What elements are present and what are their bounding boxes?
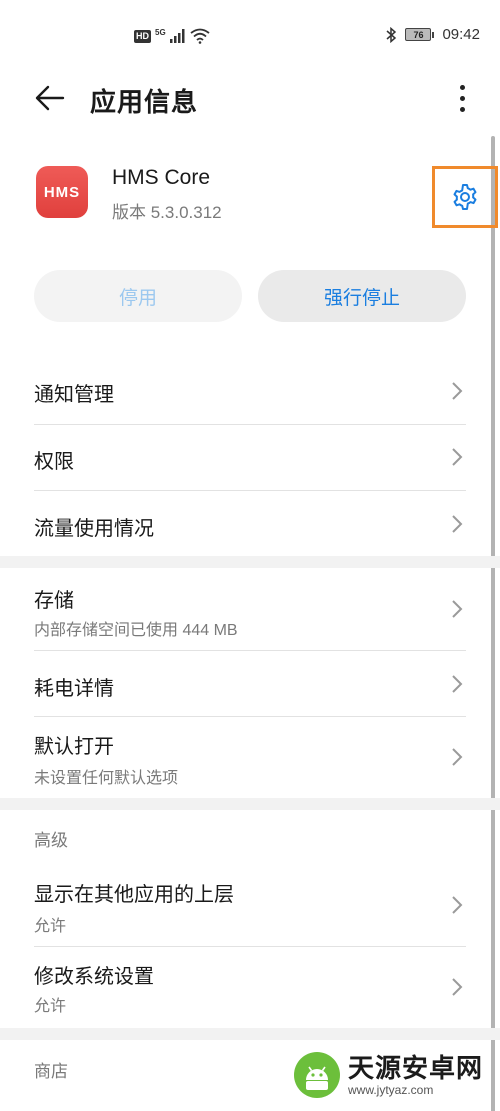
chevron-right-icon [452,978,463,996]
list-item-display-over-other-apps[interactable]: 显示在其他应用的上层 允许 [34,864,466,946]
network-type: 5G [155,27,166,37]
app-header: HMS HMS Core 版本 5.3.0.312 [0,160,500,230]
chevron-right-icon [452,748,463,766]
row-subtitle: 内部存储空间已使用 444 MB [34,622,238,639]
arrow-left-icon [35,85,65,111]
row-title: 存储 [34,590,74,612]
chevron-right-icon [452,382,463,400]
more-dot-icon [459,84,465,90]
app-icon-text: HMS [43,183,81,201]
list-item-notifications[interactable]: 通知管理 [34,358,466,424]
android-logo-icon [294,1052,340,1098]
row-title: 流量使用情况 [34,518,154,540]
clock: 09:42 [442,26,480,43]
watermark: 天源安卓网 www.jytyaz.com [292,1047,492,1103]
list-item-battery-usage[interactable]: 耗电详情 [34,650,466,716]
wifi-icon [190,28,210,44]
row-title: 默认打开 [34,736,114,758]
signal-icon [169,29,185,43]
bluetooth-icon [386,26,397,43]
row-title: 显示在其他应用的上层 [34,884,234,906]
section-gap [0,1028,500,1040]
chevron-right-icon [452,675,463,693]
row-title: 修改系统设置 [34,966,154,988]
action-buttons: 停用 强行停止 [34,270,466,322]
force-stop-button[interactable]: 强行停止 [258,270,466,322]
app-bar: 应用信息 [0,70,500,126]
gear-icon [453,184,477,210]
watermark-url: www.jytyaz.com [348,1083,434,1097]
more-options-button[interactable] [450,78,474,118]
list-item-data-usage[interactable]: 流量使用情况 [34,490,466,556]
disable-button[interactable]: 停用 [34,270,242,322]
section-gap [0,556,500,568]
chevron-right-icon [452,448,463,466]
chevron-right-icon [452,896,463,914]
app-version: 版本 5.3.0.312 [112,203,222,222]
hd-badge: HD [134,29,151,43]
battery-icon: 76 [405,28,435,41]
section-gap [0,798,500,810]
row-title: 通知管理 [34,384,114,406]
chevron-right-icon [452,515,463,533]
scrollbar[interactable] [491,136,495,1111]
chevron-right-icon [452,600,463,618]
list-item-modify-system-settings[interactable]: 修改系统设置 允许 [34,946,466,1028]
app-settings-button[interactable] [432,166,498,228]
list-item-storage[interactable]: 存储 内部存储空间已使用 444 MB [34,568,466,650]
status-bar: HD 5G 76 09:42 [0,0,500,76]
section-header-advanced: 高级 [34,831,68,850]
row-title: 权限 [34,451,74,473]
page-title: 应用信息 [90,87,199,117]
row-subtitle: 允许 [34,998,67,1015]
back-button[interactable] [30,80,70,116]
section-header-store: 商店 [34,1062,68,1081]
row-subtitle: 允许 [34,918,67,935]
row-title: 耗电详情 [34,678,114,700]
watermark-title: 天源安卓网 [348,1053,484,1083]
signal-indicators: HD 5G [134,28,210,44]
list-item-open-by-default[interactable]: 默认打开 未设置任何默认选项 [34,716,466,798]
more-dot-icon [459,106,465,112]
more-dot-icon [459,95,465,101]
status-right: 76 09:42 [385,26,480,43]
app-name: HMS Core [112,166,211,189]
app-icon: HMS [36,166,88,218]
battery-level: 76 [413,29,424,40]
row-subtitle: 未设置任何默认选项 [34,770,179,787]
list-item-permissions[interactable]: 权限 [34,424,466,490]
